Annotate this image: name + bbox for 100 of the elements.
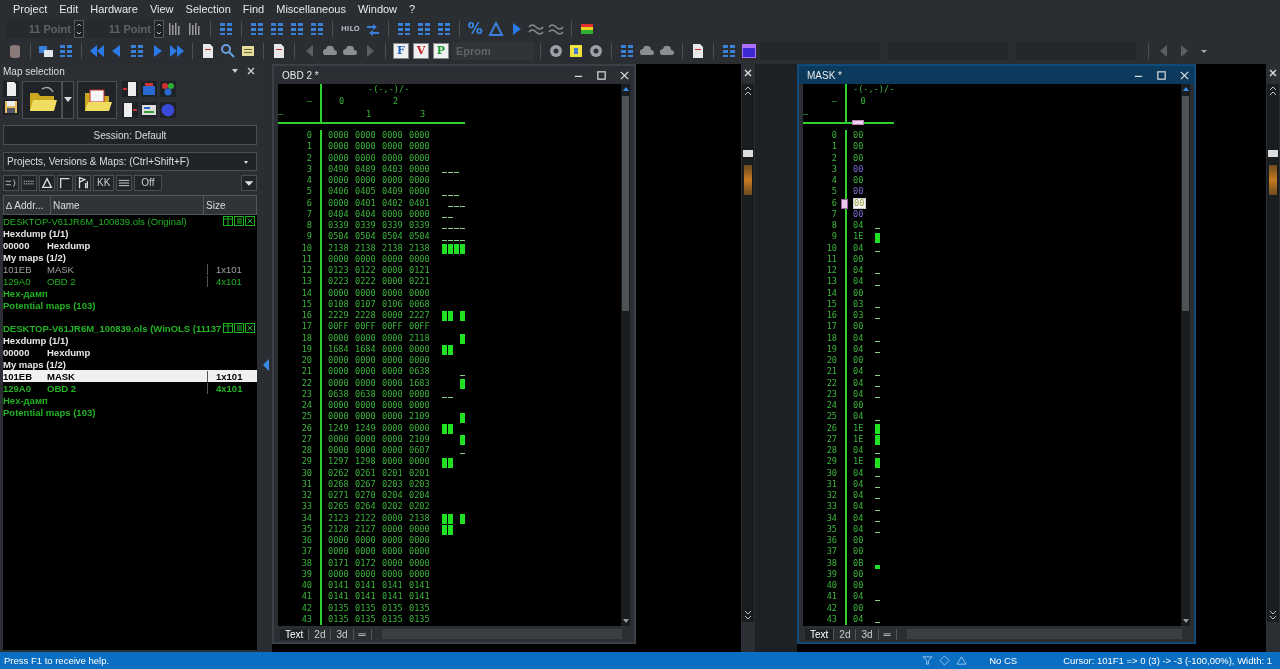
hex-value[interactable]: 0000 [355, 287, 382, 299]
hex-value[interactable]: 0404 [328, 208, 355, 220]
hex-value[interactable]: 0000 [382, 411, 409, 423]
hex-value[interactable]: 0271 [328, 490, 355, 502]
split-icon[interactable] [223, 323, 233, 333]
hex-value[interactable]: 0489 [355, 163, 382, 175]
hex-value[interactable]: 0000 [328, 400, 355, 412]
hex-value[interactable]: 0638 [328, 388, 355, 400]
tree-row[interactable]: Hexdump (1/1) [3, 227, 257, 239]
hex-value[interactable]: 1684 [355, 343, 382, 355]
hex-value[interactable]: 0000 [382, 422, 409, 434]
view-tab[interactable]: ═ [353, 628, 372, 640]
hex-value[interactable]: 1249 [328, 422, 355, 434]
hex-value[interactable]: 0000 [382, 456, 409, 468]
hex-value[interactable]: 0000 [382, 400, 409, 412]
hex-value[interactable]: 2128 [328, 523, 355, 535]
scrollbar[interactable] [742, 84, 754, 622]
menu-item[interactable]: Miscellaneous [270, 3, 352, 15]
hex-value[interactable]: 04 [853, 343, 873, 355]
collapse-arrow-icon[interactable] [262, 358, 270, 372]
hex-value[interactable]: 2122 [355, 512, 382, 524]
hex-value[interactable]: 0141 [382, 580, 409, 592]
hex-value[interactable]: 0135 [382, 602, 409, 614]
menu-item[interactable]: Window [351, 3, 404, 15]
hex-value[interactable]: 0000 [382, 253, 409, 265]
tree-row[interactable]: Potential maps (103) [3, 299, 257, 311]
lines-icon[interactable] [116, 174, 133, 191]
hex-value[interactable]: 1683 [409, 377, 436, 389]
hex-value[interactable]: 0504 [328, 231, 355, 243]
menu-item[interactable]: Edit [53, 3, 85, 15]
hex-value[interactable]: 1249 [355, 422, 382, 434]
hex-value[interactable]: 0222 [355, 276, 382, 288]
hex-value[interactable]: 0171 [328, 557, 355, 569]
hex-value[interactable]: 0108 [328, 298, 355, 310]
hex-value[interactable]: 0000 [382, 310, 409, 322]
hex-value[interactable]: 0409 [382, 186, 409, 198]
hex-value[interactable]: 0000 [328, 175, 355, 187]
page-icon[interactable] [3, 81, 19, 97]
hex-value[interactable]: 0000 [355, 535, 382, 547]
dots-icon[interactable] [21, 174, 37, 191]
hex-value[interactable]: 0000 [355, 433, 382, 445]
hex-value[interactable]: 2227 [409, 310, 436, 322]
hex-value[interactable]: 0000 [382, 152, 409, 164]
hex-value[interactable]: 0000 [328, 152, 355, 164]
hex-value[interactable]: 0000 [355, 400, 382, 412]
hex-value[interactable]: 0000 [328, 377, 355, 389]
hex-value[interactable]: 0000 [382, 208, 409, 220]
hex-value[interactable]: 00 [853, 163, 873, 175]
scroll-thumb[interactable] [622, 96, 629, 311]
hex-value[interactable]: 1E [853, 422, 873, 434]
hex-value[interactable]: 0204 [382, 490, 409, 502]
hex-value[interactable]: 2138 [355, 242, 382, 254]
scroll-down-icon[interactable] [1181, 618, 1190, 624]
hex-value[interactable]: 0607 [409, 445, 436, 457]
hex-value[interactable]: 04 [853, 501, 873, 513]
hex-value[interactable]: 0000 [382, 433, 409, 445]
scroll-thumb[interactable] [743, 150, 753, 157]
hex-value[interactable]: 0000 [328, 355, 355, 367]
hex-value[interactable]: 00 [853, 355, 873, 367]
hex-value[interactable]: 00 [853, 580, 873, 592]
tree-row[interactable]: My maps (1/2) [3, 251, 257, 263]
hex-value[interactable]: 0141 [409, 580, 436, 592]
tree-row[interactable]: My maps (1/2) [3, 358, 257, 370]
hex-value[interactable]: 00 [853, 141, 873, 153]
hex-value[interactable]: 0638 [409, 366, 436, 378]
hex-value[interactable]: 0000 [382, 276, 409, 288]
hex-value[interactable]: 0B [853, 557, 873, 569]
hex-value[interactable]: 0000 [328, 411, 355, 423]
page-icon[interactable] [122, 102, 138, 118]
hex-value[interactable]: 0106 [382, 298, 409, 310]
hex-value[interactable]: 0401 [409, 197, 436, 209]
scrollbar[interactable] [1267, 84, 1279, 622]
session-button[interactable]: Session: Default [3, 125, 257, 145]
dropdown-icon[interactable] [241, 174, 257, 191]
hex-value[interactable]: 0000 [409, 400, 436, 412]
hex-value[interactable]: 0141 [328, 591, 355, 603]
hex-value[interactable]: 0000 [409, 141, 436, 153]
column-header[interactable]: Size [204, 196, 256, 214]
hex-value[interactable]: 0000 [382, 512, 409, 524]
view-tab[interactable]: ═ [878, 628, 897, 640]
hex-value[interactable]: 0204 [409, 490, 436, 502]
hex-value[interactable]: 0000 [328, 141, 355, 153]
split-icon[interactable] [223, 216, 233, 226]
hex-value[interactable]: 0339 [409, 220, 436, 232]
hex-value[interactable]: 04 [853, 591, 873, 603]
hex-value[interactable]: 0000 [382, 175, 409, 187]
hex-value[interactable]: 2138 [409, 512, 436, 524]
hex-value[interactable]: 0406 [328, 186, 355, 198]
scroll-down-icon[interactable] [621, 618, 630, 624]
hex-value[interactable]: 0135 [409, 602, 436, 614]
hex-value[interactable]: 04 [853, 220, 873, 232]
hex-value[interactable]: 0268 [328, 478, 355, 490]
tree-row[interactable]: Hexdump (1/1) [3, 334, 257, 346]
hex-value[interactable]: 0000 [328, 130, 355, 142]
hex-value[interactable]: 0404 [355, 208, 382, 220]
hex-value[interactable]: 0000 [382, 287, 409, 299]
puzzle-icon[interactable] [160, 81, 176, 97]
hex-value[interactable]: 0000 [355, 152, 382, 164]
hex-value[interactable]: 0122 [355, 265, 382, 277]
hex-value[interactable]: 0000 [328, 433, 355, 445]
